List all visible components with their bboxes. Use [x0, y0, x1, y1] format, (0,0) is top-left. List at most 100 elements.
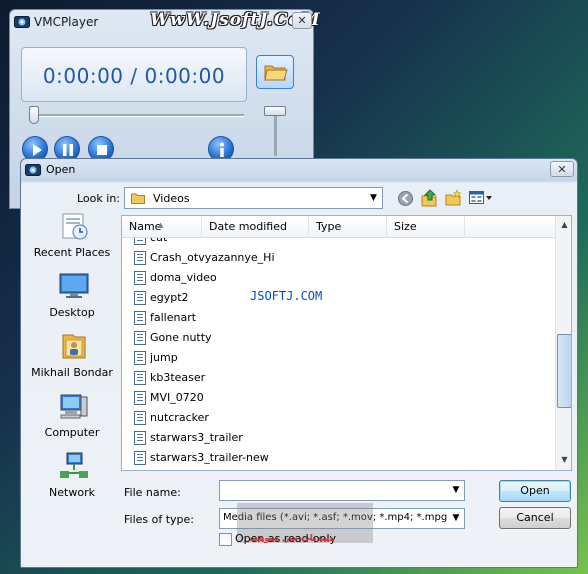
- file-rows: cut Crash_otvyazannye_Hi doma_video egyp…: [122, 238, 555, 470]
- views-menu-icon[interactable]: [469, 190, 493, 206]
- column-headers: Name ▲ Date modified Type Size: [122, 216, 555, 238]
- sort-ascending-icon: ▲: [158, 221, 164, 229]
- file-name: kb3teaser: [150, 371, 206, 384]
- place-desktop[interactable]: Desktop: [27, 271, 117, 331]
- video-file-icon: [134, 411, 146, 425]
- column-header-label: Date modified: [209, 220, 287, 233]
- list-watermark: JSOFTJ.COM: [250, 289, 323, 303]
- file-row[interactable]: MVI_0720: [132, 388, 432, 408]
- volume-slider-thumb[interactable]: [264, 106, 286, 116]
- place-label: Desktop: [49, 306, 95, 319]
- file-name: doma_video: [150, 271, 217, 284]
- file-row[interactable]: cut: [132, 238, 432, 248]
- seek-slider-thumb[interactable]: [29, 106, 39, 124]
- column-header-size[interactable]: Size: [387, 216, 465, 238]
- places-bar: Recent Places Desktop Mikhail Bondar Com…: [27, 211, 117, 511]
- place-computer[interactable]: Computer: [27, 391, 117, 451]
- video-file-icon: [134, 251, 146, 265]
- look-in-dropdown[interactable]: Videos ▼: [124, 187, 383, 209]
- seek-track[interactable]: [30, 114, 244, 117]
- file-name: egypt2: [150, 291, 189, 304]
- file-row[interactable]: doma_video: [132, 268, 432, 288]
- place-recent-places[interactable]: Recent Places: [27, 211, 117, 271]
- place-label: Computer: [44, 426, 100, 439]
- file-row[interactable]: kb3teaser: [132, 368, 432, 388]
- file-name: nutcracker: [150, 411, 209, 424]
- desktop-icon: [59, 273, 89, 298]
- video-file-icon: [134, 271, 146, 285]
- file-name: starwars3_trailer-new: [150, 451, 269, 464]
- time-display-panel: 0:00:00 / 0:00:00: [21, 47, 247, 102]
- place-label: Network: [49, 486, 95, 499]
- video-file-icon: [134, 371, 146, 385]
- cancel-button[interactable]: Cancel: [499, 507, 571, 529]
- volume-track[interactable]: [274, 114, 277, 156]
- place-network[interactable]: Network: [27, 451, 117, 511]
- read-only-checkbox[interactable]: [219, 533, 232, 546]
- file-name: Crash_otvyazannye_Hi: [150, 251, 275, 264]
- file-name: Gone nutty: [150, 331, 212, 344]
- look-in-label: Look in:: [77, 192, 120, 205]
- place-label: Recent Places: [33, 246, 111, 259]
- video-file-icon: [134, 238, 146, 245]
- arabic-watermark: منتديات جي سوفت: [249, 534, 335, 544]
- video-file-icon: [134, 311, 146, 325]
- video-file-icon: [134, 351, 146, 365]
- file-row[interactable]: nutcracker: [132, 408, 432, 428]
- file-list[interactable]: Name ▲ Date modified Type Size cut Crash…: [121, 215, 572, 471]
- file-row[interactable]: starwars3_trailer: [132, 428, 432, 448]
- file-row[interactable]: Gone nutty: [132, 328, 432, 348]
- file-name: fallenart: [150, 311, 197, 324]
- file-name-label: File name:: [124, 486, 181, 499]
- file-row[interactable]: jump: [132, 348, 432, 368]
- chevron-down-icon[interactable]: ▼: [449, 509, 463, 528]
- chevron-down-icon[interactable]: ▼: [449, 481, 463, 500]
- vmc-app-icon: [25, 164, 41, 176]
- video-file-icon: [134, 431, 146, 445]
- file-name: starwars3_trailer: [150, 431, 243, 444]
- scroll-thumb[interactable]: [557, 334, 571, 408]
- file-name-input[interactable]: ▼: [219, 480, 465, 501]
- column-header-label: Type: [316, 220, 342, 233]
- back-icon[interactable]: [398, 191, 413, 206]
- place-user-folder[interactable]: Mikhail Bondar: [27, 331, 117, 391]
- file-row[interactable]: Crash_otvyazannye_Hi: [132, 248, 432, 268]
- network-icon: [60, 452, 88, 478]
- player-title: VMCPlayer: [34, 15, 99, 29]
- open-file-dialog: Open ✕ Look in: Videos ▼ Recent Places D…: [20, 158, 578, 568]
- column-header-date-modified[interactable]: Date modified: [202, 216, 309, 238]
- video-file-icon: [134, 331, 146, 345]
- file-name: MVI_0720: [150, 391, 204, 404]
- scroll-up-icon[interactable]: ▲: [556, 216, 571, 233]
- vertical-scrollbar[interactable]: ▲ ▼: [555, 216, 571, 470]
- player-close-button[interactable]: ✕: [292, 12, 312, 29]
- video-file-icon: [134, 391, 146, 405]
- chevron-down-icon[interactable]: ▼: [365, 188, 382, 208]
- column-header-label: Size: [394, 220, 417, 233]
- file-name: jump: [150, 351, 178, 364]
- open-button[interactable]: Open: [499, 480, 571, 502]
- scroll-down-icon[interactable]: ▼: [556, 451, 571, 468]
- folder-icon: [264, 65, 288, 81]
- recent-places-icon: [62, 213, 88, 240]
- video-file-icon: [134, 451, 146, 465]
- dialog-close-button[interactable]: ✕: [550, 161, 574, 177]
- dialog-title: Open: [46, 163, 76, 176]
- vmc-app-icon: [14, 16, 30, 28]
- file-name: cut: [150, 238, 167, 248]
- column-header-type[interactable]: Type: [309, 216, 387, 238]
- computer-icon: [60, 394, 88, 419]
- new-folder-icon[interactable]: [445, 190, 461, 206]
- column-header-name[interactable]: Name ▲: [122, 216, 202, 238]
- time-display: 0:00:00 / 0:00:00: [42, 64, 226, 88]
- user-folder-icon: [62, 334, 86, 359]
- folder-icon: [131, 193, 145, 204]
- up-folder-icon[interactable]: [421, 189, 437, 207]
- video-file-icon: [134, 291, 146, 305]
- files-of-type-label: Files of type:: [124, 513, 195, 526]
- look-in-value: Videos: [153, 192, 190, 205]
- column-header-label: Name: [129, 220, 162, 233]
- open-file-button[interactable]: [256, 55, 294, 89]
- file-row[interactable]: fallenart: [132, 308, 432, 328]
- file-row[interactable]: starwars3_trailer-new: [132, 448, 432, 468]
